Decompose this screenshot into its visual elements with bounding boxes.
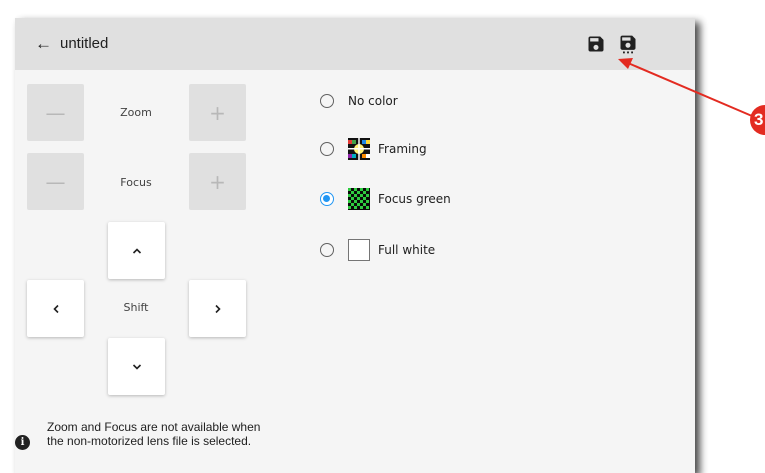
radio-focus-green[interactable] bbox=[319, 191, 347, 219]
lens-settings-panel: ← untitled — Zoom + — Focus + Shift No c… bbox=[15, 18, 695, 473]
focus-label: Focus bbox=[120, 176, 152, 189]
plus-icon: + bbox=[209, 169, 226, 194]
back-button[interactable]: ← untitled bbox=[35, 34, 108, 54]
option-label: No color bbox=[348, 94, 398, 108]
focus-in-button[interactable]: + bbox=[189, 153, 246, 210]
back-arrow-icon: ← bbox=[35, 34, 52, 53]
save-as-icon bbox=[620, 35, 636, 54]
shift-left-button[interactable] bbox=[27, 280, 84, 337]
top-bar: ← untitled bbox=[15, 18, 695, 70]
option-framing[interactable]: Framing bbox=[315, 137, 427, 161]
screenshot-stage: ← untitled — Zoom + — Focus + Shift No c… bbox=[0, 0, 765, 473]
option-focus-green[interactable]: Focus green bbox=[315, 187, 451, 219]
shift-right-button[interactable] bbox=[189, 280, 246, 337]
save-icon bbox=[588, 36, 604, 52]
save-as-button[interactable] bbox=[618, 34, 638, 54]
save-button[interactable] bbox=[586, 34, 606, 54]
radio-full-white[interactable] bbox=[320, 243, 334, 257]
zoom-in-button[interactable]: + bbox=[189, 84, 246, 141]
option-full-white[interactable]: Full white bbox=[315, 238, 435, 262]
option-label: Framing bbox=[378, 142, 427, 156]
zoom-out-button[interactable]: — bbox=[27, 84, 84, 141]
minus-icon: — bbox=[45, 169, 66, 194]
full-white-swatch bbox=[348, 239, 370, 261]
info-icon: i bbox=[15, 435, 30, 450]
chevron-up-icon bbox=[132, 247, 141, 254]
minus-icon: — bbox=[45, 100, 66, 125]
radio-framing[interactable] bbox=[320, 142, 334, 156]
info-note: i Zoom and Focus are not available when … bbox=[15, 418, 265, 470]
shift-up-button[interactable] bbox=[108, 222, 165, 279]
option-label: Focus green bbox=[378, 192, 451, 206]
chevron-down-icon bbox=[132, 363, 141, 370]
plus-icon: + bbox=[209, 100, 226, 125]
framing-pattern-icon bbox=[348, 138, 370, 160]
focus-green-pattern-icon bbox=[348, 188, 370, 210]
chevron-left-icon bbox=[52, 304, 59, 313]
radio-no-color[interactable] bbox=[320, 94, 334, 108]
option-label: Full white bbox=[378, 243, 436, 257]
focus-out-button[interactable]: — bbox=[27, 153, 84, 210]
info-text: Zoom and Focus are not available when th… bbox=[47, 420, 261, 448]
callout-badge: 3 bbox=[750, 105, 765, 135]
chevron-right-icon bbox=[214, 304, 221, 313]
radio-selected-halo bbox=[319, 191, 347, 219]
shift-label: Shift bbox=[123, 301, 149, 314]
zoom-label: Zoom bbox=[120, 106, 152, 119]
option-no-color[interactable]: No color bbox=[315, 89, 398, 113]
shift-down-button[interactable] bbox=[108, 338, 165, 395]
page-title: untitled bbox=[60, 35, 109, 52]
